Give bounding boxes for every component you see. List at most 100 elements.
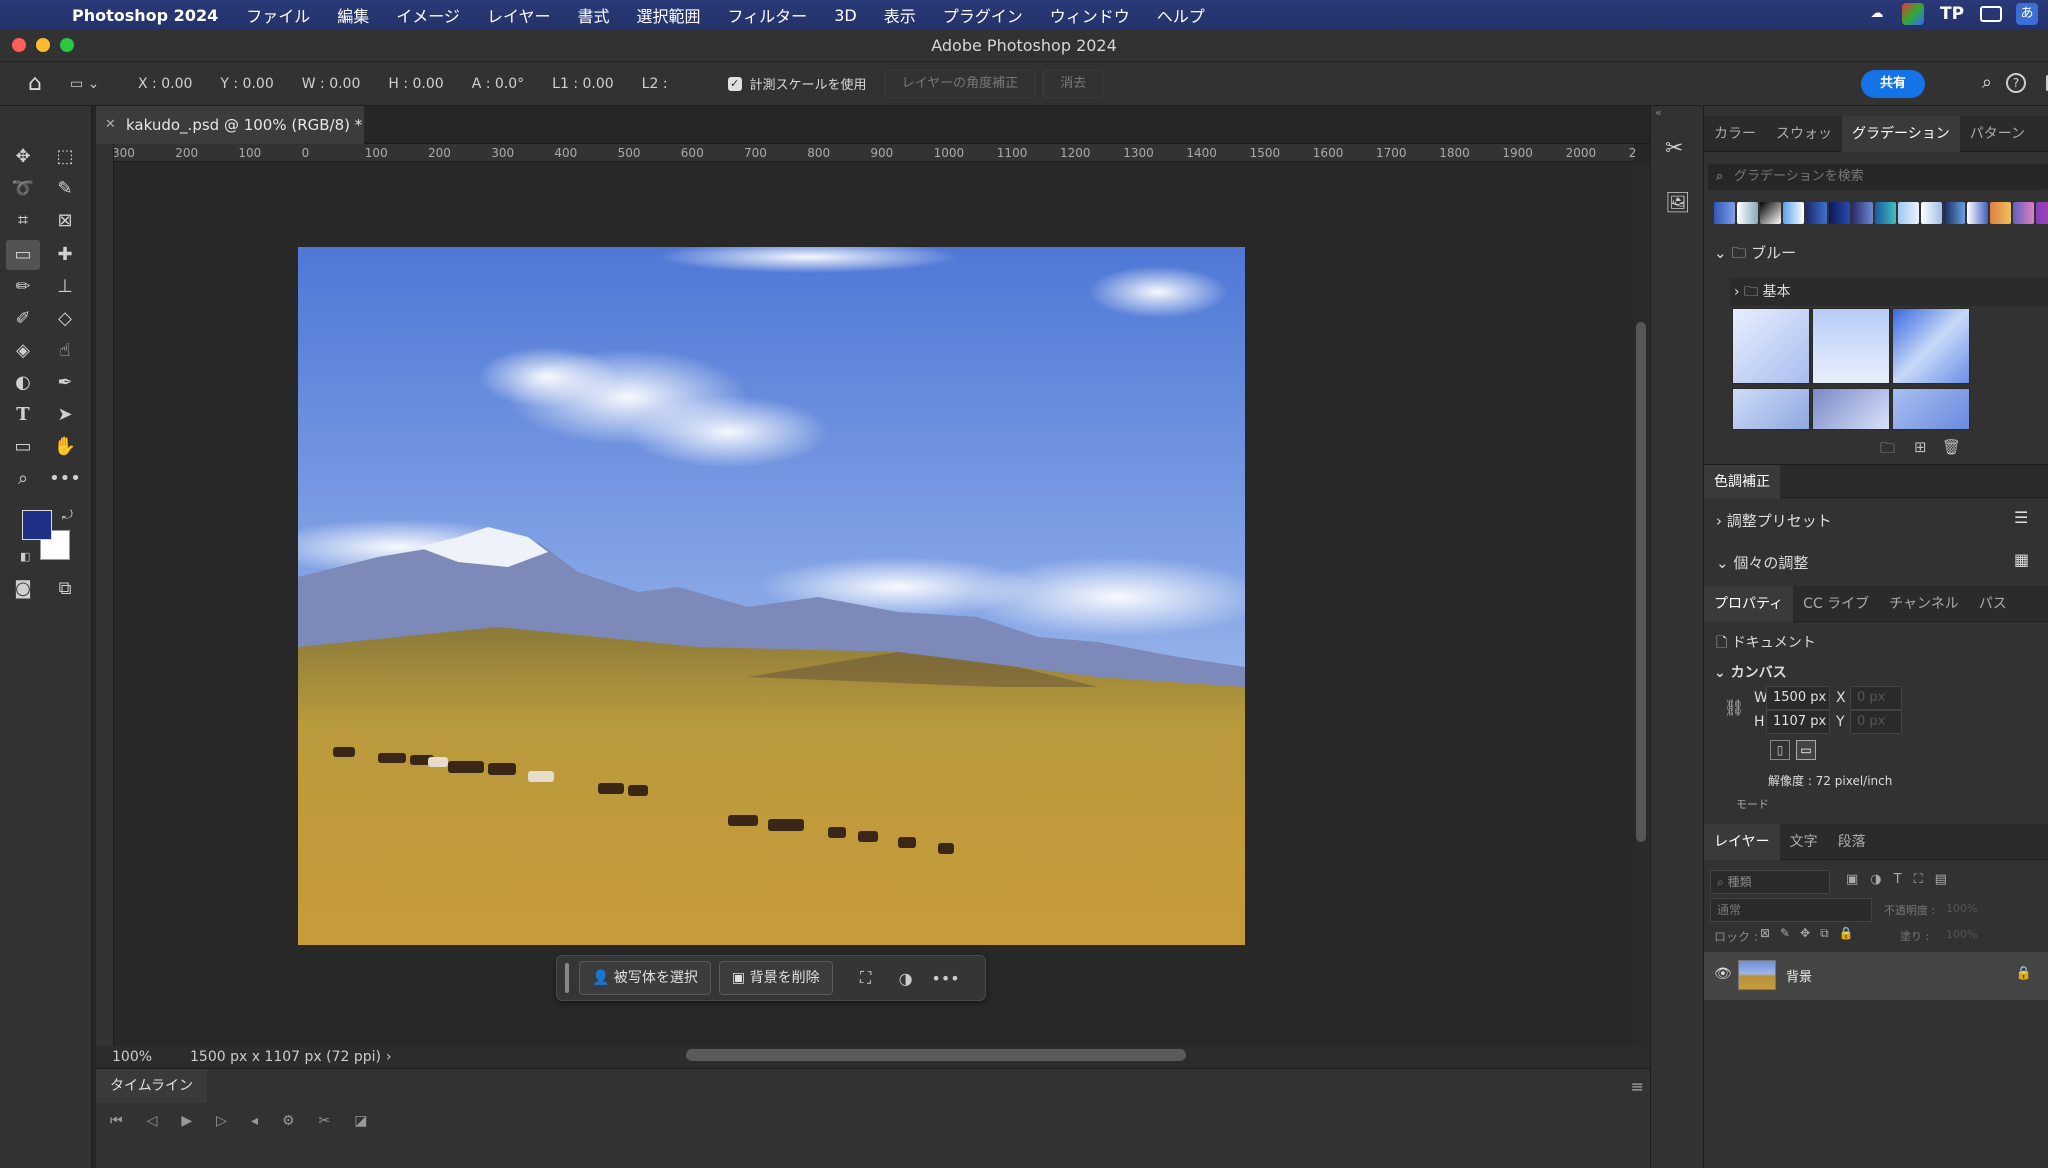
timeline-tab[interactable]: タイムライン: [96, 1069, 208, 1103]
gradient-swatch[interactable]: [1875, 202, 1896, 224]
canvas-height-field[interactable]: 1107 px: [1766, 710, 1830, 734]
menu-type[interactable]: 書式: [577, 3, 609, 27]
zoom-level[interactable]: 100%: [112, 1046, 152, 1068]
landscape-icon[interactable]: ▭: [1796, 740, 1816, 760]
folder-basic[interactable]: › 🗀 基本: [1730, 278, 2048, 306]
canvas-section[interactable]: ⌄ カンバス: [1714, 662, 1787, 682]
layer-filter-select[interactable]: ⌕ 種類: [1710, 870, 1830, 894]
dodge-tool-icon[interactable]: ◐: [6, 368, 40, 398]
tab-patterns[interactable]: パターン: [1960, 116, 2035, 152]
tab-paragraph[interactable]: 段落: [1828, 824, 1876, 860]
new-group-icon[interactable]: 🗀: [1880, 438, 1895, 463]
split-icon[interactable]: ✂: [319, 1113, 331, 1129]
gradient-swatch[interactable]: [2036, 202, 2048, 224]
move-tool-icon[interactable]: ✥: [6, 142, 40, 172]
history-brush-tool-icon[interactable]: ✐: [6, 304, 40, 334]
gradient-swatch[interactable]: [1852, 202, 1873, 224]
portrait-icon[interactable]: ▯: [1770, 740, 1790, 760]
drag-handle[interactable]: [565, 963, 569, 993]
menu-app-name[interactable]: Photoshop 2024: [72, 6, 218, 25]
gradient-swatch[interactable]: [1967, 202, 1988, 224]
clear-button[interactable]: 消去: [1043, 69, 1104, 98]
path-select-tool-icon[interactable]: ➤: [48, 400, 82, 430]
menu-layer[interactable]: レイヤー: [487, 3, 551, 27]
gradient-tile[interactable]: [1892, 308, 1970, 384]
tab-gradients[interactable]: グラデーション: [1842, 115, 1960, 152]
adjustment-presets-row[interactable]: › 調整プリセット: [1716, 510, 1832, 531]
more-tools-icon[interactable]: •••: [48, 464, 82, 494]
display-icon[interactable]: [1980, 6, 2002, 22]
minimize-window-button[interactable]: [36, 38, 50, 52]
settings-gear-icon[interactable]: ⚙: [282, 1113, 295, 1129]
color-sync-icon[interactable]: [1902, 3, 1924, 25]
input-method[interactable]: あ: [2016, 3, 2038, 25]
gradient-tile[interactable]: [1732, 388, 1810, 430]
tab-cc-live[interactable]: CC ライブ: [1793, 586, 1879, 622]
collapse-panels-icon[interactable]: «: [1655, 106, 1662, 119]
first-frame-icon[interactable]: ⏮: [110, 1113, 123, 1129]
pen-tool-icon[interactable]: ✒: [48, 368, 82, 398]
gradient-swatch[interactable]: [1944, 202, 1965, 224]
gradient-tile[interactable]: [1732, 308, 1810, 384]
gradient-swatch[interactable]: [1898, 202, 1919, 224]
adjustment-icon[interactable]: ◑: [891, 969, 921, 988]
folder-blue[interactable]: ⌄ 🗀 ブルー: [1714, 242, 1796, 268]
document-tab[interactable]: ✕ kakudo_.psd @ 100% (RGB/8) *: [96, 106, 364, 144]
transform-icon[interactable]: ⛶: [851, 968, 881, 988]
tab-layers[interactable]: レイヤー: [1704, 823, 1780, 860]
straighten-layer-button[interactable]: レイヤーの角度補正: [884, 69, 1036, 98]
quick-mask-icon[interactable]: ◙: [6, 574, 40, 604]
tool-presets-icon[interactable]: ✂: [1665, 136, 1683, 161]
menu-edit[interactable]: 編集: [337, 3, 369, 27]
gradient-swatch[interactable]: [1829, 202, 1850, 224]
vertical-scroll-thumb[interactable]: [1636, 322, 1646, 842]
close-tab-icon[interactable]: ✕: [105, 106, 116, 144]
tab-properties[interactable]: プロパティ: [1704, 585, 1794, 622]
transition-icon[interactable]: ◪: [354, 1113, 367, 1129]
next-frame-icon[interactable]: ▷: [216, 1113, 227, 1129]
document-image[interactable]: [298, 247, 1245, 945]
prev-frame-icon[interactable]: ◁: [147, 1113, 158, 1129]
frame-tool-icon[interactable]: ⊠: [48, 206, 82, 236]
ruler-tool-icon[interactable]: ▭: [6, 240, 40, 270]
status-chevron-icon[interactable]: ›: [386, 1046, 392, 1068]
marquee-tool-icon[interactable]: ⬚: [48, 142, 82, 172]
gradient-swatch[interactable]: [1714, 202, 1735, 224]
search-icon[interactable]: ⌕: [1982, 72, 1992, 93]
screen-mode-icon[interactable]: ⧉: [48, 574, 82, 604]
menu-image[interactable]: イメージ: [396, 3, 460, 27]
select-subject-button[interactable]: 👤 被写体を選択: [579, 961, 711, 995]
menu-plugins[interactable]: プラグイン: [943, 3, 1023, 27]
tab-adjustments[interactable]: 色調補正: [1704, 465, 1780, 499]
close-window-button[interactable]: [12, 38, 26, 52]
default-colors-icon[interactable]: ◧: [20, 550, 30, 563]
menu-view[interactable]: 表示: [884, 3, 916, 27]
libraries-icon[interactable]: 🖼: [1665, 190, 1690, 214]
use-scale-checkbox[interactable]: ✓ 計測スケールを使用: [727, 74, 867, 93]
creative-cloud-icon[interactable]: ☁: [1866, 3, 1888, 25]
smudge-tool-icon[interactable]: ☝: [48, 336, 82, 366]
play-icon[interactable]: ▶: [181, 1113, 192, 1129]
eraser-tool-icon[interactable]: ◇: [48, 304, 82, 334]
audio-icon[interactable]: ◂: [251, 1113, 258, 1129]
tab-swatches[interactable]: スウォッ: [1766, 116, 1842, 152]
menu-select[interactable]: 選択範囲: [636, 3, 700, 27]
canvas-width-field[interactable]: 1500 px: [1766, 686, 1830, 710]
gradient-swatch[interactable]: [2013, 202, 2034, 224]
grid-view-icon[interactable]: ▦: [2014, 550, 2029, 569]
menu-window[interactable]: ウィンドウ: [1050, 3, 1130, 27]
lasso-tool-icon[interactable]: ➰: [6, 174, 40, 204]
vertical-ruler[interactable]: [96, 144, 114, 1046]
zoom-window-button[interactable]: [60, 38, 74, 52]
remove-background-button[interactable]: ▣ 背景を削除: [718, 961, 833, 995]
gradient-swatch[interactable]: [1760, 202, 1781, 224]
new-gradient-icon[interactable]: ⊞: [1914, 438, 1927, 456]
zoom-tool-icon[interactable]: ⌕: [6, 464, 40, 494]
menu-help[interactable]: ヘルプ: [1157, 3, 1205, 27]
paint-bucket-tool-icon[interactable]: ◈: [6, 336, 40, 366]
delete-icon[interactable]: 🗑: [1942, 438, 1961, 456]
gradient-tile[interactable]: [1812, 308, 1890, 384]
canvas-y-field[interactable]: 0 px: [1850, 710, 1902, 734]
tab-color[interactable]: カラー: [1704, 116, 1766, 152]
menu-file[interactable]: ファイル: [246, 3, 310, 27]
